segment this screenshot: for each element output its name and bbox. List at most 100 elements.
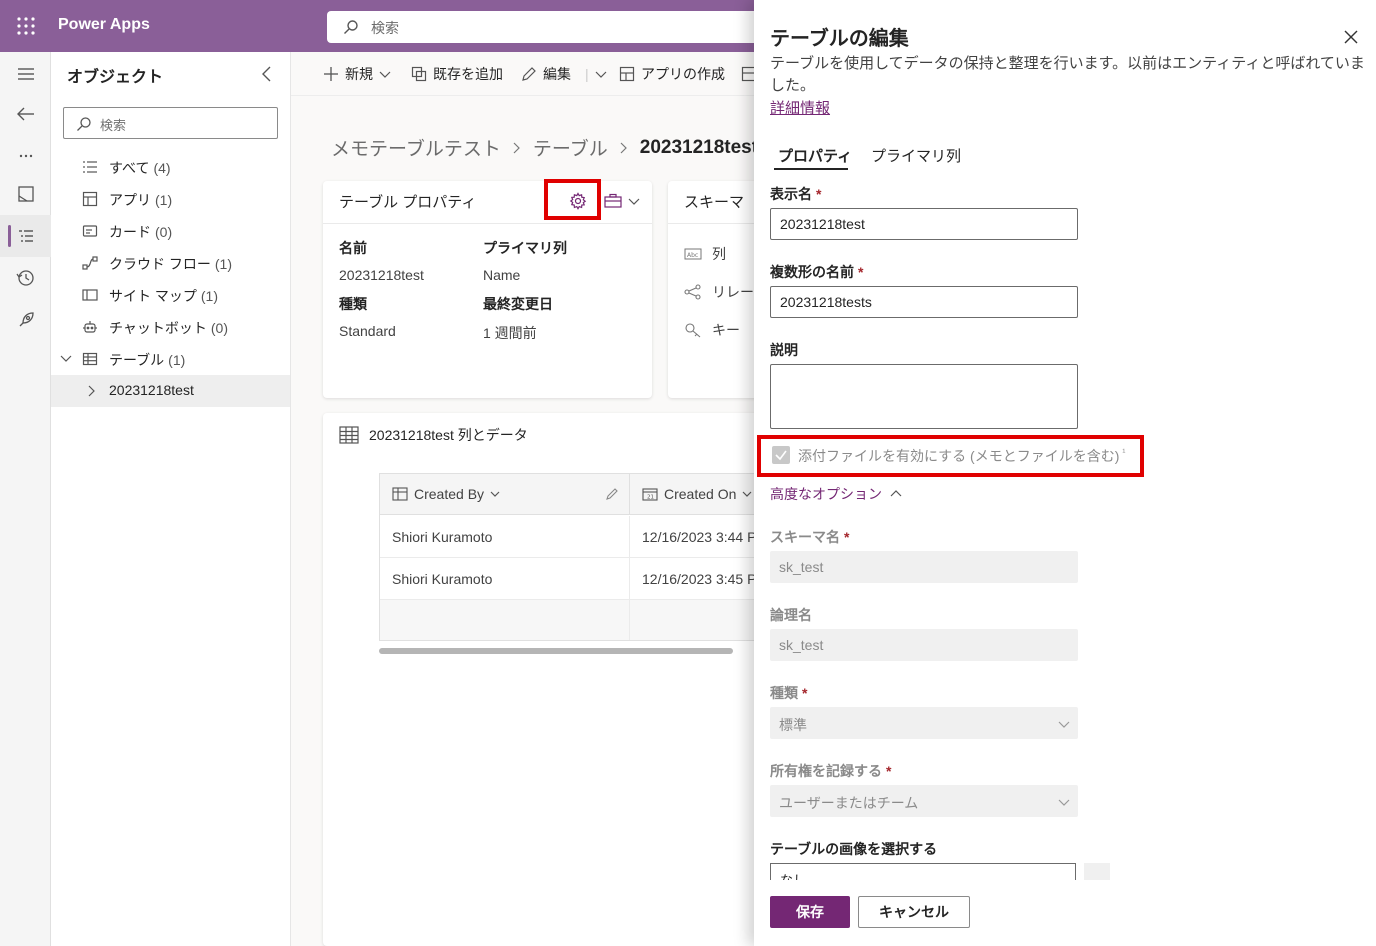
objects-tree-icon[interactable] (14, 224, 38, 248)
lookup-column-icon (392, 487, 408, 501)
chevron-right-icon[interactable] (84, 384, 98, 398)
learn-more-link[interactable]: 詳細情報 (770, 97, 830, 118)
objects-title: オブジェクト (67, 69, 164, 86)
back-arrow-icon[interactable] (14, 102, 38, 126)
plural-name-label: 複数形の名前 * (770, 264, 864, 280)
chevron-down-icon (490, 489, 500, 499)
tree-item-label: すべて (109, 160, 150, 176)
tree-item-tables[interactable]: テーブル (1) (51, 343, 290, 375)
table-cell[interactable]: 12/16/2023 3:44 P (629, 516, 767, 558)
chevron-down-icon (595, 68, 607, 80)
calendar-icon: 21 (642, 487, 658, 501)
cmd-divider: | (585, 66, 589, 82)
primary-column-label: プライマリ列 (483, 240, 567, 256)
logical-name-input: sk_test (770, 629, 1078, 661)
tree-item-count: (4) (153, 160, 171, 176)
schema-relations-label: リレー (712, 284, 754, 300)
active-tab-underline (774, 168, 848, 170)
tree-item-count: (1) (168, 352, 186, 368)
schema-relations-link[interactable]: リレー (684, 282, 754, 302)
description-textarea[interactable] (770, 364, 1078, 429)
tab-primary-column[interactable]: プライマリ列 (871, 145, 961, 166)
table-image-select[interactable]: なし (770, 863, 1076, 880)
panel-title: テーブルの編集 (770, 28, 909, 50)
tree-item-site-map[interactable]: サイト マップ (1) (51, 279, 290, 311)
column-header-created-by[interactable]: Created By (380, 474, 629, 515)
objects-search-input[interactable]: 検索 (63, 107, 278, 139)
column-header-created-on[interactable]: 21 Created On (629, 474, 767, 515)
tree-item-apps[interactable]: アプリ (1) (51, 183, 290, 215)
edit-image-button[interactable] (1084, 863, 1110, 880)
flow-icon (82, 255, 98, 271)
highlight-box-gear (544, 179, 601, 220)
tree-item-count: (0) (155, 224, 173, 240)
cancel-button[interactable]: キャンセル (858, 896, 970, 928)
breadcrumb-root[interactable]: メモテーブルテスト (331, 134, 501, 161)
tree-item-label: クラウド フロー (109, 256, 211, 272)
required-mark: * (886, 763, 892, 779)
add-existing-button[interactable]: 既存を追加 (411, 64, 503, 84)
last-modified-label: 最終変更日 (483, 296, 553, 312)
schema-columns-link[interactable]: Abc 列 (684, 244, 726, 264)
key-icon (684, 322, 702, 338)
pages-icon[interactable] (14, 182, 38, 206)
hamburger-icon[interactable] (14, 62, 38, 86)
edit-column-icon[interactable] (605, 487, 619, 501)
create-app-button[interactable]: アプリの作成 (619, 64, 757, 84)
app-name[interactable]: Power Apps (58, 16, 150, 34)
schema-keys-link[interactable]: キー (684, 320, 740, 340)
table-cell[interactable]: Shiori Kuramoto (380, 516, 629, 558)
close-icon[interactable] (1342, 28, 1360, 46)
more-icon[interactable] (14, 144, 38, 168)
new-button[interactable]: 新規 (323, 64, 391, 84)
plural-name-input[interactable]: 20231218tests (770, 286, 1078, 318)
svg-text:Abc: Abc (687, 252, 698, 259)
type-value: Standard (339, 323, 396, 339)
rail-active-indicator (8, 225, 11, 247)
name-value: 20231218test (339, 267, 424, 283)
table-properties-card: テーブル プロパティ 名前 20231218test プライマリ列 Name 種… (323, 181, 652, 398)
objects-panel: オブジェクト 検索 すべて (4) アプリ (1) カード (0) クラウド フロー(… (51, 52, 291, 946)
name-label: 名前 (339, 240, 367, 256)
grid-horizontal-scrollbar[interactable] (379, 648, 733, 654)
save-button[interactable]: 保存 (770, 896, 850, 928)
table-cell[interactable]: 12/16/2023 3:45 P (629, 558, 767, 600)
advanced-options-label: 高度なオプション (770, 486, 882, 502)
schema-name-label: スキーマ名 * (770, 529, 850, 545)
tools-dropdown[interactable] (604, 193, 640, 209)
type-select: 標準 (770, 707, 1078, 739)
tree-item-cards[interactable]: カード (0) (51, 215, 290, 247)
chevron-left-icon[interactable] (257, 64, 277, 84)
add-existing-label: 既存を追加 (433, 66, 503, 82)
table-cell[interactable]: Shiori Kuramoto (380, 558, 629, 600)
tree-item-chatbots[interactable]: チャットボット (0) (51, 311, 290, 343)
table-icon (339, 426, 359, 444)
edit-button[interactable]: 編集 | (521, 64, 607, 84)
chevron-down-icon[interactable] (59, 352, 73, 366)
tree-item-label: チャットボット (109, 320, 207, 336)
display-name-input[interactable]: 20231218test (770, 208, 1078, 240)
type-label: 種類 * (770, 685, 808, 701)
tree-item-all[interactable]: すべて (4) (51, 151, 290, 183)
empty-row-cell[interactable] (629, 600, 767, 640)
tab-properties[interactable]: プロパティ (778, 145, 852, 166)
columns-data-title-text: 20231218test 列とデータ (369, 427, 528, 443)
card-icon (82, 223, 98, 239)
objects-search-placeholder: 検索 (100, 119, 127, 134)
schema-card: スキーマ Abc 列 リレー キー (668, 181, 768, 398)
column-header-label: Created By (414, 486, 485, 502)
breadcrumb-mid[interactable]: テーブル (533, 134, 608, 161)
columns-data-title: 20231218test 列とデータ (339, 425, 528, 445)
advanced-options-toggle[interactable]: 高度なオプション (770, 484, 902, 504)
rocket-icon[interactable] (14, 308, 38, 332)
tree-subitem-label: 20231218test (109, 382, 194, 398)
global-search-input[interactable]: 検索 (327, 11, 767, 43)
tree-item-20231218test[interactable]: 20231218test (51, 375, 290, 407)
history-icon[interactable] (14, 266, 38, 290)
app-launcher-icon[interactable] (14, 14, 38, 38)
required-mark: * (858, 264, 864, 280)
tree-item-cloud-flows[interactable]: クラウド フロー (1) (51, 247, 290, 279)
empty-row-cell[interactable] (380, 600, 629, 640)
panel-description: テーブルを使用してデータの保持と整理を行います。以前はエンティティと呼ばれていま… (770, 55, 1365, 94)
left-rail (0, 52, 51, 946)
